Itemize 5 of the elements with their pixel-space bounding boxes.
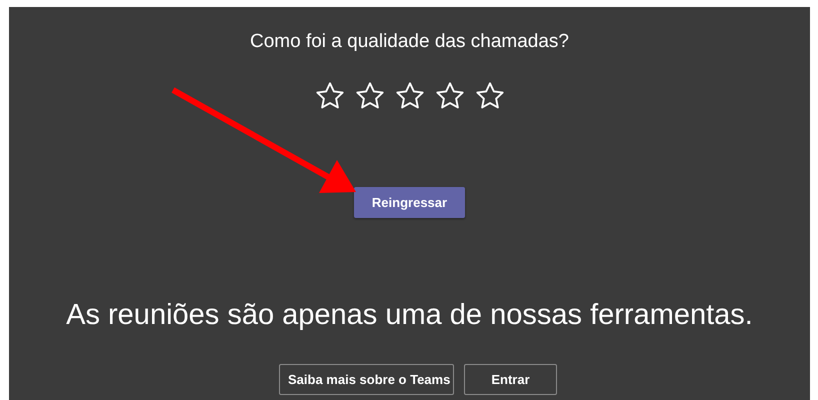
promo-headline: As reuniões são apenas uma de nossas ferramentas.: [66, 298, 753, 333]
rejoin-button[interactable]: Reingressar: [354, 187, 465, 218]
sign-in-button[interactable]: Entrar: [464, 364, 557, 395]
rating-question: Como foi a qualidade das chamadas?: [250, 30, 569, 54]
learn-more-button[interactable]: Saiba mais sobre o Teams: [279, 364, 454, 395]
